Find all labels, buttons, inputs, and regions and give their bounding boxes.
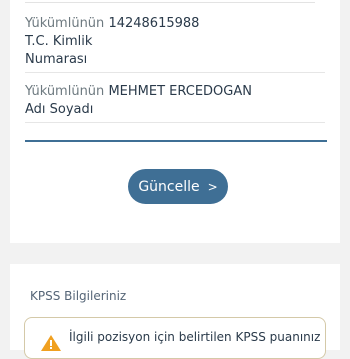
name-field: Yükümlünün MEHMET ERCEDOGAN Adı Soyadı	[25, 83, 325, 119]
kpss-card: KPSS Bilgileriniz İlgili pozisyon için b…	[10, 264, 340, 359]
tc-label-prefix: Yükümlünün	[25, 16, 105, 31]
name-value: MEHMET ERCEDOGAN	[108, 84, 252, 99]
tc-value: 14248615988	[108, 16, 200, 31]
name-label-line2: Adı Soyadı	[25, 102, 94, 117]
identity-card: Yükümlünün 14248615988 T.C. Kimlik Numar…	[10, 0, 340, 243]
update-button-label: Güncelle	[138, 178, 200, 195]
kpss-info-text: İlgili pozisyon için belirtilen KPSS pua…	[69, 330, 321, 344]
kpss-info-box: İlgili pozisyon için belirtilen KPSS pua…	[24, 317, 326, 359]
section-separator	[25, 140, 327, 142]
divider	[25, 122, 325, 123]
tc-label-line2: T.C. Kimlik	[25, 34, 93, 49]
tc-kimlik-field: Yükümlünün 14248615988 T.C. Kimlik Numar…	[25, 15, 325, 69]
chevron-right-icon: >	[207, 179, 218, 194]
update-button[interactable]: Güncelle >	[128, 169, 228, 204]
name-label-prefix: Yükümlünün	[25, 84, 105, 99]
warning-icon	[41, 335, 61, 351]
kpss-section-title: KPSS Bilgileriniz	[30, 289, 127, 303]
divider	[25, 72, 325, 73]
divider	[25, 2, 315, 3]
tc-label-line3: Numarası	[25, 52, 88, 67]
